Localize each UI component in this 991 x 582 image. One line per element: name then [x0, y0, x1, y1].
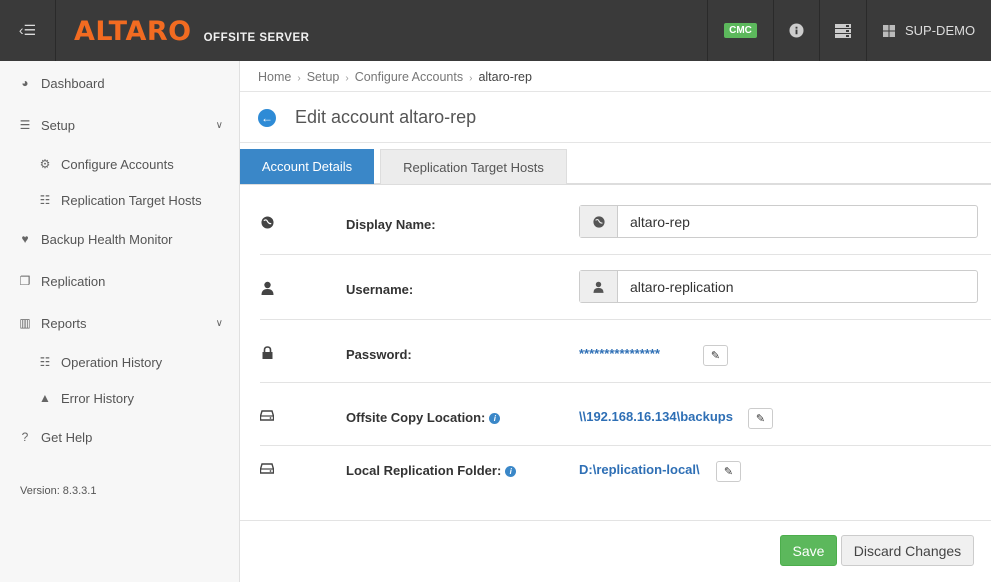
local-replication-row: Local Replication Folder: i D:\replicatio…	[259, 446, 991, 509]
sidebar-item-dashboard[interactable]: ◕ Dashboard	[0, 73, 239, 93]
sidebar: ◕ Dashboard ☰ Setup ∨ ⚙ Configure Accoun…	[0, 61, 240, 582]
logo-subtitle: OFFSITE SERVER	[203, 32, 310, 44]
heartbeat-icon: ♥	[21, 232, 29, 246]
menu-toggle-button[interactable]: ‹☰	[0, 0, 56, 61]
globe-icon	[580, 206, 618, 237]
logo: ALTARO OFFSITE SERVER	[56, 0, 309, 61]
display-name-label: Display Name:	[346, 217, 436, 232]
bar-chart-icon: ▥	[19, 316, 31, 330]
sidebar-item-label: Replication Target Hosts	[61, 192, 202, 208]
menu-collapse-icon: ‹☰	[18, 22, 37, 38]
sidebar-item-operation-history[interactable]: ☷ Operation History	[0, 352, 239, 372]
sidebar-item-label: Operation History	[61, 354, 163, 370]
sidebar-item-replication[interactable]: ❐ Replication	[0, 271, 239, 291]
info-icon[interactable]: i	[505, 466, 517, 477]
user-icon	[580, 271, 618, 302]
server-button[interactable]	[819, 0, 866, 61]
sidebar-item-label: Reports	[41, 315, 87, 331]
sidebar-item-label: Dashboard	[41, 75, 105, 91]
sidebar-item-setup[interactable]: ☰ Setup ∨	[0, 115, 239, 135]
sidebar-item-label: Configure Accounts	[61, 156, 174, 172]
sidebar-item-label: Get Help	[41, 429, 93, 445]
chevron-down-icon: ∨	[215, 119, 223, 131]
lock-icon	[260, 346, 274, 362]
server-icon	[835, 23, 851, 38]
dashboard-icon: ◕	[21, 76, 29, 90]
sidebar-item-label: Error History	[61, 390, 134, 406]
chevron-right-icon: ›	[297, 73, 301, 84]
tab-bar: Account Details Replication Target Hosts	[240, 149, 991, 185]
save-button[interactable]: Save	[780, 535, 837, 566]
edit-offsite-copy-button[interactable]: ✎	[748, 408, 773, 429]
local-replication-label: Local Replication Folder: i	[346, 463, 517, 478]
display-name-row: Display Name:	[260, 192, 991, 255]
password-value: ****************	[579, 346, 660, 361]
hard-drive-icon	[259, 462, 275, 477]
tab-replication-target-hosts[interactable]: Replication Target Hosts	[380, 149, 567, 184]
edit-password-button[interactable]: ✎	[703, 345, 728, 366]
info-icon	[789, 23, 804, 38]
sidebar-item-backup-health-monitor[interactable]: ♥ Backup Health Monitor	[0, 229, 239, 249]
chevron-right-icon: ›	[345, 73, 349, 84]
password-label: Password:	[346, 347, 412, 362]
top-bar: ‹☰ ALTARO OFFSITE SERVER CMC SUP-DEMO	[0, 0, 991, 61]
info-button[interactable]	[773, 0, 819, 61]
logo-text: ALTARO	[74, 16, 192, 47]
page-title: Edit account altaro-rep	[295, 107, 477, 127]
local-replication-value[interactable]: D:\replication-local\	[579, 462, 700, 477]
offsite-copy-row: Offsite Copy Location: i \\192.168.16.134…	[259, 383, 991, 446]
warning-icon: ▲	[39, 391, 51, 405]
username-input-group	[579, 270, 978, 303]
breadcrumb-current: altaro-rep	[478, 70, 532, 84]
list-icon: ☷	[39, 193, 51, 207]
windows-icon	[883, 24, 895, 37]
username-input[interactable]	[618, 271, 977, 302]
pencil-icon: ✎	[710, 350, 721, 362]
sidebar-item-error-history[interactable]: ▲ Error History	[0, 388, 239, 408]
user-name: SUP-DEMO	[905, 23, 976, 38]
user-icon	[260, 281, 274, 298]
chevron-right-icon: ›	[469, 73, 473, 84]
main-content: Home › Setup › Configure Accounts › altaro-rep…	[240, 61, 991, 582]
breadcrumb-home[interactable]: Home	[258, 70, 291, 84]
sidebar-item-replication-target-hosts[interactable]: ☷ Replication Target Hosts	[0, 190, 239, 210]
sidebar-item-label: Setup	[41, 117, 75, 133]
offsite-copy-value[interactable]: \\192.168.16.134\backups	[579, 409, 733, 424]
breadcrumb: Home › Setup › Configure Accounts › altaro-rep	[258, 70, 532, 84]
username-label: Username:	[346, 282, 414, 297]
sidebar-item-label: Backup Health Monitor	[41, 231, 173, 247]
gear-icon: ⚙	[39, 157, 51, 171]
cmc-badge: CMC	[724, 23, 757, 38]
info-icon[interactable]: i	[489, 413, 501, 424]
breadcrumb-setup[interactable]: Setup	[307, 70, 340, 84]
list-icon: ☷	[39, 355, 51, 369]
discard-changes-button[interactable]: Discard Changes	[841, 535, 974, 566]
sliders-icon: ☰	[19, 118, 31, 132]
question-icon: ?	[21, 430, 29, 444]
globe-icon	[260, 216, 274, 232]
username-row: Username:	[260, 255, 991, 320]
pencil-icon: ✎	[755, 413, 766, 425]
user-menu[interactable]: SUP-DEMO	[866, 0, 991, 61]
sidebar-item-configure-accounts[interactable]: ⚙ Configure Accounts	[0, 154, 239, 174]
tab-account-details[interactable]: Account Details	[240, 149, 374, 184]
display-name-input[interactable]	[618, 206, 977, 237]
password-row: Password: **************** ✎	[260, 320, 991, 383]
edit-local-replication-button[interactable]: ✎	[716, 461, 741, 482]
sidebar-item-label: Replication	[41, 273, 106, 289]
back-arrow-icon[interactable]: ←	[258, 108, 276, 127]
breadcrumb-configure-accounts[interactable]: Configure Accounts	[355, 70, 463, 84]
chevron-down-icon: ∨	[215, 317, 223, 329]
hard-drive-icon	[259, 409, 275, 424]
copy-icon: ❐	[19, 274, 31, 288]
offsite-copy-label: Offsite Copy Location: i	[346, 410, 501, 425]
display-name-input-group	[579, 205, 978, 238]
pencil-icon: ✎	[723, 466, 734, 478]
version-label: Version: 8.3.3.1	[20, 485, 97, 497]
cmc-button[interactable]: CMC	[707, 0, 773, 61]
sidebar-item-reports[interactable]: ▥ Reports ∨	[0, 313, 239, 333]
sidebar-item-get-help[interactable]: ? Get Help	[0, 427, 239, 447]
